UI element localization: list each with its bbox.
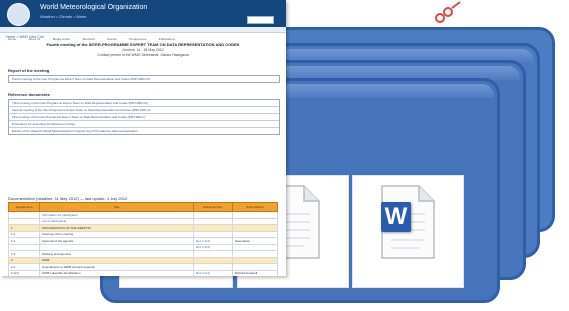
report-list: Fourth meeting of the Inter-Programme Ex… [8, 75, 280, 83]
table-cell-by: Richard Hopefell [232, 269, 278, 276]
table-cell-title: GRIB Lakes/tile Identification [39, 269, 194, 276]
nav-item[interactable]: Programmes [129, 37, 146, 41]
word-document: W [379, 184, 437, 260]
site-nav: Home About us Media centre Members Event… [0, 27, 286, 41]
nav-item[interactable]: Media centre [53, 37, 70, 41]
reference-link[interactable]: Procedures for amending the Manual on Co… [9, 121, 279, 128]
reference-list: Third meeting of the Inter-Programme Exp… [8, 99, 280, 135]
site-tagline: Weather • Climate • Water [40, 14, 87, 19]
table-cell-item: 2.1(1) [8, 269, 40, 276]
reference-link[interactable]: First meeting of the Inter-Programme Exp… [9, 114, 279, 121]
column-header: Title [39, 202, 194, 212]
column-header: Submitted by [232, 202, 278, 212]
nav-item[interactable]: Events [108, 37, 117, 41]
table-row: 2.1(1) GRIB Lakes/tile Identification Doc … [8, 269, 278, 276]
word-icon: W [381, 202, 411, 232]
reference-heading: Reference documents [8, 92, 50, 97]
search-input[interactable] [247, 16, 274, 24]
documentation-heading: Documentation (deadline: 11 May 2012) — … [8, 196, 128, 201]
report-heading: Report of the meeting [8, 68, 50, 73]
meeting-dates: Geneva, 14 - 18 May 2012 [122, 48, 164, 52]
document-tile-3[interactable]: W [352, 175, 464, 288]
column-header: Agenda item [8, 202, 40, 212]
reference-link[interactable]: Third meeting of the Inter-Programme Exp… [9, 100, 279, 107]
wmo-webpage-screenshot: World Meteorological Organization Weathe… [0, 0, 286, 276]
contact-person: Contact person in the WMO Secretariat: J… [97, 53, 189, 57]
swirl-decoration [435, 1, 461, 23]
site-header: World Meteorological Organization Weathe… [0, 0, 286, 27]
report-link[interactable]: Fourth meeting of the Inter-Programme Ex… [9, 76, 279, 82]
nav-item[interactable]: Publications [159, 37, 175, 41]
page-title: Fourth meeting of the INTER-PROGRAMME EX… [46, 42, 240, 47]
reference-link[interactable]: Second meeting of the Inter-Programme Ex… [9, 107, 279, 114]
wmo-logo-icon [7, 3, 30, 26]
column-header: Document No. [193, 202, 233, 212]
reference-link[interactable]: Extract of the sixteenth World Meteorolo… [9, 128, 279, 134]
breadcrumb[interactable]: Home > WMO Inter-Cmt [6, 35, 44, 39]
documentation-table: Agenda item Title Document No. Submitted… [8, 202, 278, 276]
nav-item[interactable]: Members [83, 37, 96, 41]
table-cell-doc[interactable]: Doc 2.1(1) [193, 269, 233, 276]
site-title: World Meteorological Organization [40, 4, 148, 11]
